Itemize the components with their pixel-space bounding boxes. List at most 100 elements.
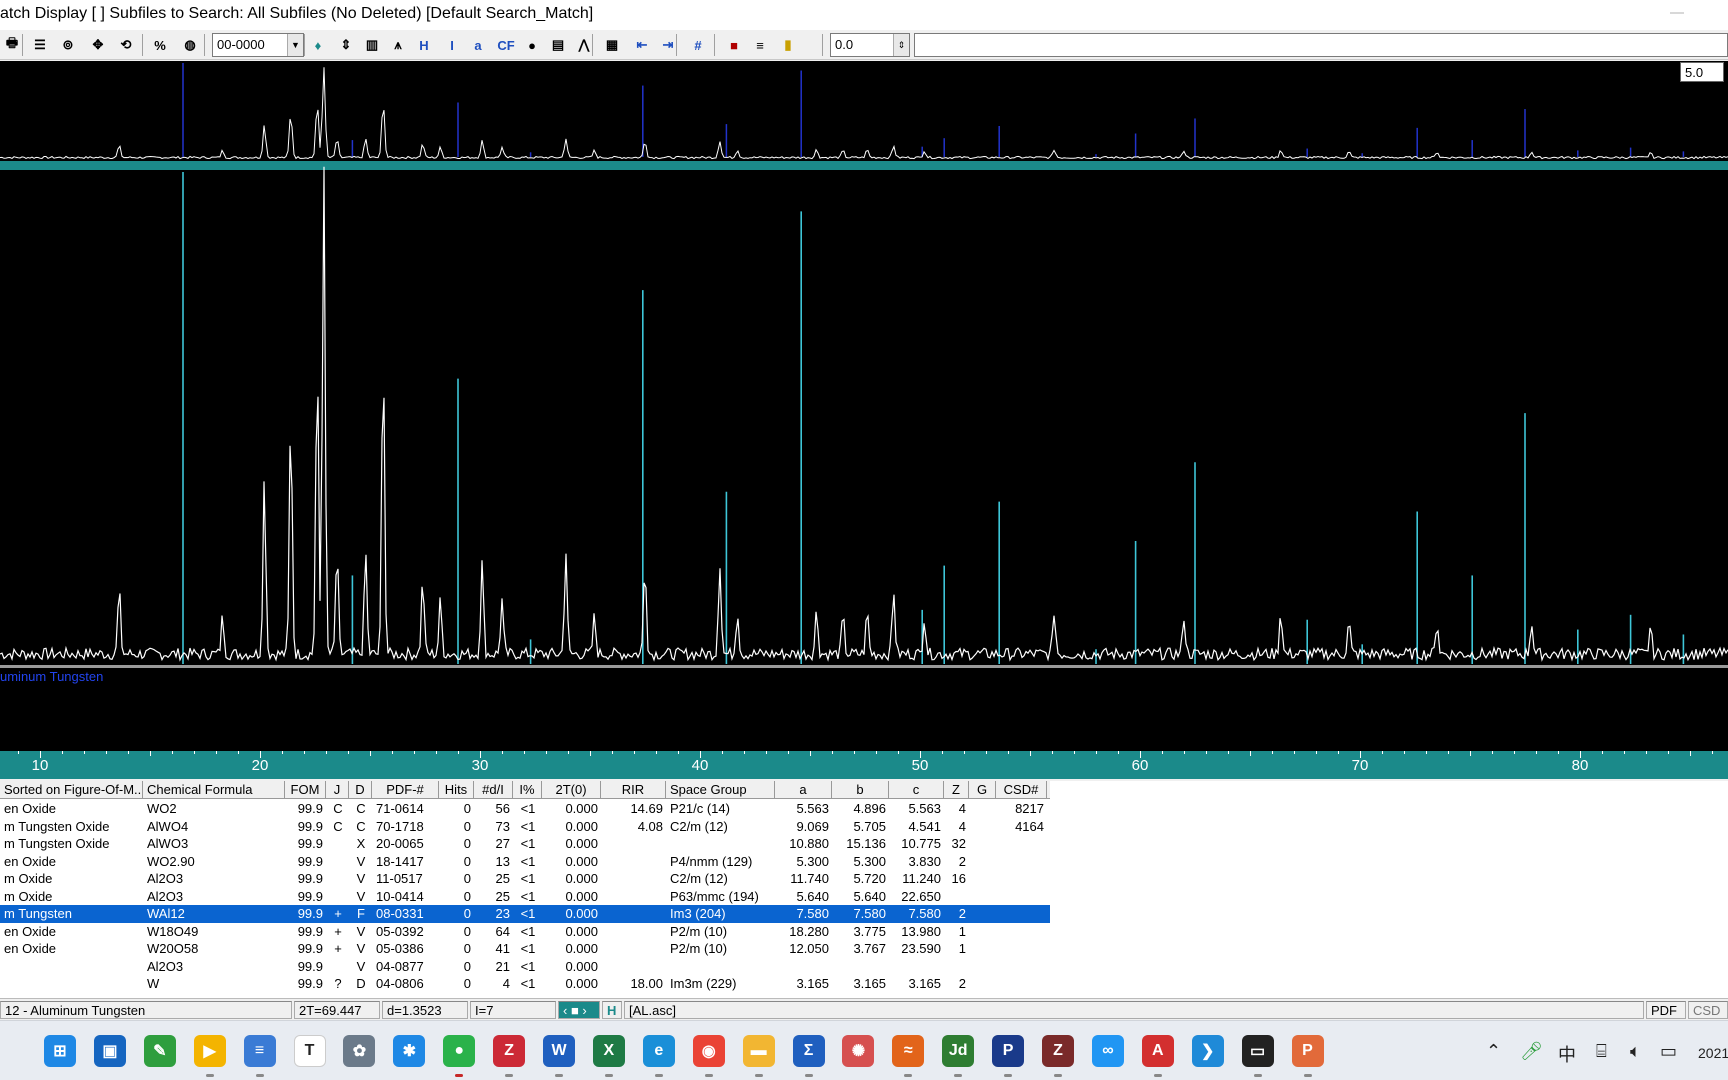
powerpoint-icon[interactable]: P [1291, 1035, 1324, 1067]
table-row[interactable]: m Tungsten Oxide AlWO4 99.9 C C 70-1718 0 73 <1 0… [0, 818, 1050, 836]
grid-icon[interactable]: ▦ [600, 33, 624, 57]
abc-icon[interactable]: a [466, 33, 490, 57]
red-box-icon[interactable]: ■ [722, 33, 746, 57]
table-row[interactable]: m Tungsten Oxide AlWO3 99.9 X 20-0065 0 27 <1 0.… [0, 835, 1050, 853]
chevron-up-icon[interactable]: ⌃ [1486, 1041, 1501, 1062]
origin-icon[interactable]: ≈ [892, 1035, 925, 1067]
microphone-icon[interactable]: 🎤︎ [1520, 1041, 1543, 1062]
z-tool-icon[interactable]: Z [1042, 1035, 1074, 1067]
ime-indicator[interactable]: 中 [1558, 1041, 1576, 1067]
pattern-icon[interactable]: ⊚ [56, 33, 80, 57]
hkl-icon[interactable]: H [412, 33, 436, 57]
spin-icon[interactable]: ⇕ [893, 34, 909, 56]
baidu-icon[interactable]: ∞ [1091, 1035, 1124, 1067]
list-icon[interactable]: ☰ [28, 33, 52, 57]
drop-icon[interactable]: ♦ [306, 33, 330, 57]
sphere-icon[interactable]: ● [520, 33, 544, 57]
left-arrows-icon[interactable]: ⇤ [630, 33, 654, 57]
tool-icon[interactable]: ✺ [842, 1035, 875, 1067]
pdf-tab[interactable]: PDF [1646, 1001, 1686, 1019]
column-header[interactable]: 2T(0) [542, 781, 601, 799]
axis-tick [612, 751, 613, 754]
volume-icon[interactable]: 🔈︎ [1630, 1041, 1641, 1062]
table-cell: 1 [958, 941, 966, 956]
column-header[interactable]: RIR [601, 781, 666, 799]
column-header[interactable]: Sorted on Figure-Of-M... [0, 781, 143, 799]
zotero-icon[interactable]: Z [493, 1035, 526, 1067]
clock[interactable]: 2021 [1698, 1045, 1728, 1061]
excel-icon[interactable]: X [592, 1035, 625, 1067]
search-field[interactable] [914, 33, 1728, 57]
edge-icon[interactable]: e [642, 1035, 675, 1067]
h-toggle[interactable]: H [602, 1001, 622, 1019]
table-row[interactable]: m Oxide Al2O3 99.9 V 11-0517 0 25 <1 0.000 C2/m (… [0, 870, 1050, 888]
rotate-icon[interactable]: ⟲ [114, 33, 138, 57]
hash-icon[interactable]: # [686, 33, 710, 57]
stack-icon[interactable]: ≡ [748, 33, 772, 57]
column-header[interactable]: FOM [285, 781, 326, 799]
percent-icon[interactable]: % [148, 33, 172, 57]
column-header[interactable]: #d/I [474, 781, 513, 799]
column-header[interactable]: a [775, 781, 832, 799]
column-header[interactable]: PDF-# [372, 781, 439, 799]
folder-icon[interactable]: ▬ [742, 1035, 775, 1067]
table-row[interactable]: en Oxide W18O49 99.9 + V 05-0392 0 64 <1 0.000 P2/… [0, 923, 1050, 941]
vscode-icon[interactable]: ❯ [1191, 1035, 1224, 1067]
marker-button[interactable]: ‹ ■ › [558, 1001, 600, 1019]
scale-input[interactable]: 5.0 [1680, 62, 1724, 82]
peak-icon[interactable]: ⩚ [386, 33, 410, 57]
table-row[interactable]: m Oxide Al2O3 99.9 V 10-0414 0 25 <1 0.000 P63/mm… [0, 888, 1050, 906]
table-row[interactable]: en Oxide WO2.90 99.9 V 18-1417 0 13 <1 0.000 P4/n… [0, 853, 1050, 871]
terminal-icon[interactable]: ▭ [1241, 1035, 1274, 1067]
tencent-icon[interactable]: ✱ [393, 1035, 426, 1067]
column-header[interactable]: D [349, 781, 372, 799]
sigma-icon[interactable]: Σ [792, 1035, 825, 1067]
offset-input[interactable]: 0.0 ⇕ [830, 33, 910, 57]
leaf-app-icon[interactable]: ✎ [143, 1035, 176, 1067]
column-header[interactable]: Z [944, 781, 969, 799]
up-down-icon[interactable]: ⇕ [334, 33, 358, 57]
column-header[interactable]: b [832, 781, 889, 799]
minimize-icon[interactable] [1670, 12, 1684, 14]
table-row[interactable]: m Tungsten WAl12 99.9 + F 08-0331 0 23 <1 0.000 Im… [0, 905, 1050, 923]
globe-icon[interactable]: ◍ [178, 33, 202, 57]
column-header[interactable]: c [889, 781, 944, 799]
chevron-down-icon[interactable]: ▼ [287, 34, 303, 56]
bar-icon[interactable]: ▥ [360, 33, 384, 57]
column-header[interactable]: Hits [439, 781, 474, 799]
table-row[interactable]: W 99.9? D 04-0806 0 4 <1 0.000 18.00 Im3m (229) 3.… [0, 975, 1050, 993]
network-icon[interactable]: ⌸ [1596, 1041, 1607, 1062]
table-row[interactable]: en Oxide WO2 99.9 C C 71-0614 0 56 <1 0.000 14.69 P… [0, 800, 1050, 818]
column-header[interactable]: CSD# [996, 781, 1047, 799]
yellow-bar-icon[interactable]: ▮ [776, 33, 800, 57]
print-icon[interactable]: 🖶︎ [0, 33, 24, 57]
column-header[interactable]: J [326, 781, 349, 799]
axis-tick [1470, 751, 1471, 756]
store-icon[interactable]: ▣ [93, 1035, 126, 1067]
move-icon[interactable]: ✥ [86, 33, 110, 57]
jade-icon[interactable]: Jd [942, 1035, 975, 1067]
notepad-icon[interactable]: ≡ [243, 1035, 276, 1067]
column-header[interactable]: I% [513, 781, 542, 799]
battery-icon[interactable]: ▭ [1660, 1041, 1677, 1062]
column-header[interactable]: Chemical Formula [143, 781, 285, 799]
histogram-icon[interactable]: ▤ [546, 33, 570, 57]
cf-icon[interactable]: CF [494, 33, 518, 57]
column-header[interactable]: G [969, 781, 996, 799]
typora-icon[interactable]: T [293, 1035, 326, 1067]
ix-icon[interactable]: I [440, 33, 464, 57]
photos-icon[interactable]: ✿ [343, 1035, 376, 1067]
column-header[interactable]: Space Group [666, 781, 775, 799]
acrobat-icon[interactable]: A [1141, 1035, 1174, 1067]
csd-tab[interactable]: CSD [1688, 1001, 1728, 1019]
p-app-icon[interactable]: P [992, 1035, 1025, 1067]
table-row[interactable]: Al2O3 99.9 V 04-0877 0 21 <1 0.000 [0, 958, 1050, 976]
windows-start-icon[interactable]: ⊞ [44, 1035, 76, 1067]
pdf-number-combo[interactable]: 00-0000 ▼ [212, 33, 304, 57]
word-icon[interactable]: W [543, 1035, 575, 1067]
player-icon[interactable]: ▶ [193, 1035, 226, 1067]
table-row[interactable]: en Oxide W20O58 99.9 + V 05-0386 0 41 <1 0.000 P2/… [0, 940, 1050, 958]
pattern-plot[interactable]: uminum Tungsten [0, 61, 1728, 751]
chrome-icon[interactable]: ◉ [692, 1035, 725, 1067]
wechat-icon[interactable]: ● [443, 1035, 476, 1067]
